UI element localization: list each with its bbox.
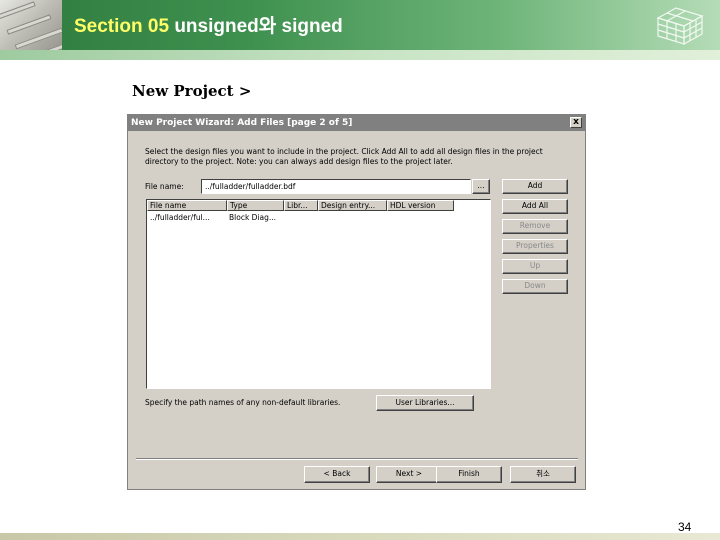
add-all-button[interactable]: Add All <box>502 199 568 214</box>
dialog-titlebar: New Project Wizard: Add Files [page 2 of… <box>128 115 585 131</box>
column-design-entry[interactable]: Design entry... <box>318 200 387 211</box>
back-button[interactable]: < Back <box>304 466 370 483</box>
section-label: Section 05 <box>74 16 170 37</box>
add-button[interactable]: Add <box>502 179 568 194</box>
cell-type: Block Diag... <box>229 213 277 222</box>
user-libraries-button[interactable]: User Libraries... <box>376 395 474 411</box>
dialog-title: New Project Wizard: Add Files [page 2 of… <box>131 118 353 128</box>
remove-button[interactable]: Remove <box>502 219 568 234</box>
cell-file-name: ../fulladder/ful... <box>150 213 210 222</box>
files-list[interactable]: File name Type Libr... Design entry... H… <box>146 199 491 389</box>
file-name-label: File name: <box>145 182 184 191</box>
cube-logo-icon <box>656 7 704 46</box>
properties-button[interactable]: Properties <box>502 239 568 254</box>
cancel-button[interactable]: 취소 <box>510 466 576 483</box>
library-hint-text: Specify the path names of any non-defaul… <box>145 398 341 407</box>
up-button[interactable]: Up <box>502 259 568 274</box>
column-file-name[interactable]: File name <box>147 200 227 211</box>
file-name-input[interactable]: ../fulladder/fulladder.bdf <box>201 179 471 194</box>
close-button[interactable]: x <box>570 117 582 128</box>
column-library[interactable]: Libr... <box>284 200 318 211</box>
slide-title: Section 05 unsigned와 signed <box>74 11 343 38</box>
slide-title-text: unsigned와 signed <box>169 16 343 37</box>
column-type[interactable]: Type <box>227 200 284 211</box>
footer-bar <box>0 533 720 540</box>
slide-header: Section 05 unsigned와 signed <box>0 0 720 60</box>
slide-caption: New Project > <box>132 82 252 100</box>
browse-button[interactable]: ... <box>472 179 490 194</box>
column-hdl-version[interactable]: HDL version <box>387 200 454 211</box>
dialog-instructions: Select the design files you want to incl… <box>145 147 543 166</box>
finish-button[interactable]: Finish <box>436 466 502 483</box>
down-button[interactable]: Down <box>502 279 568 294</box>
next-button[interactable]: Next > <box>376 466 442 483</box>
dialog-separator <box>136 458 578 460</box>
new-project-wizard-dialog: New Project Wizard: Add Files [page 2 of… <box>127 114 586 490</box>
files-list-header: File name Type Libr... Design entry... H… <box>147 200 490 211</box>
header-strip <box>0 50 720 60</box>
page-number: 34 <box>678 520 692 534</box>
